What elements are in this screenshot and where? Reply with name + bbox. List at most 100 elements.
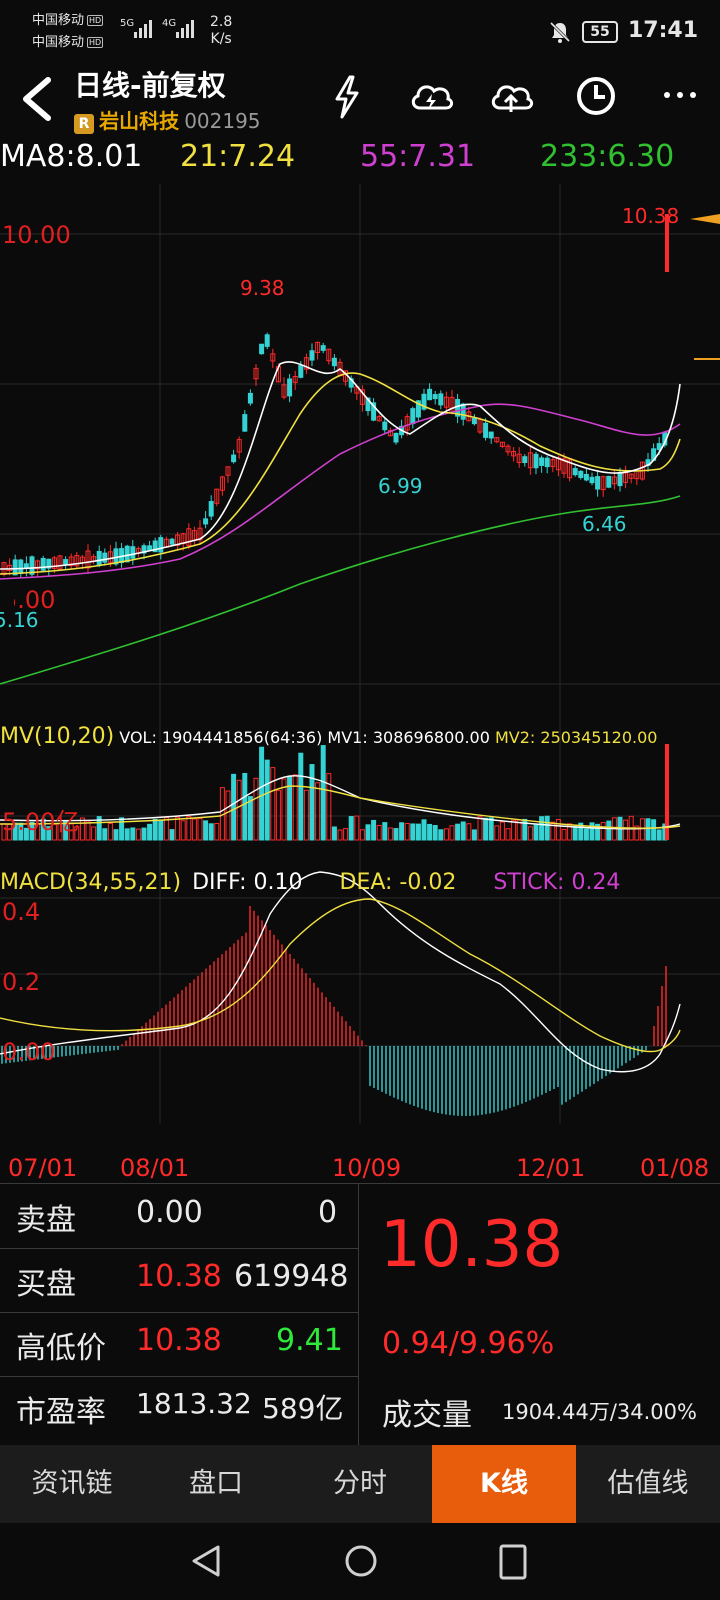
- volume-bar: [656, 829, 662, 841]
- volume-bar: [85, 820, 91, 841]
- nav-home-icon[interactable]: [343, 1543, 379, 1579]
- date-label-0: 07/01: [8, 1154, 78, 1182]
- sell-label: 卖盘: [16, 1203, 76, 1238]
- speed-value: 2.8: [210, 14, 233, 30]
- date-label-4: 01/08: [640, 1154, 710, 1182]
- volume-bar: [623, 819, 629, 841]
- volume-bar: [399, 822, 405, 841]
- volume-bar: [645, 818, 651, 841]
- stock-name: 岩山科技: [99, 109, 180, 133]
- volume-bar: [242, 772, 248, 841]
- volume-bar: [561, 828, 567, 841]
- macd-dea-line: [0, 898, 681, 1053]
- volume-bar: [186, 815, 192, 841]
- ma21-line: [0, 372, 681, 575]
- hd-badge-1: HD: [87, 15, 104, 26]
- macd-stick: STICK: 0.24: [493, 870, 621, 895]
- volume-bar: [415, 823, 421, 841]
- volume-bar: [393, 828, 399, 841]
- volume-bar: [410, 823, 416, 841]
- history-clock-icon[interactable]: [574, 74, 618, 118]
- volume-bar: [79, 817, 85, 841]
- volume-bar: [298, 752, 304, 841]
- signal-icon-1: [134, 20, 152, 38]
- volume-bar: [191, 818, 197, 841]
- carrier-1: 中国移动 HD: [32, 10, 104, 31]
- annotation-left-low: 5.16: [0, 608, 39, 632]
- market-cap: 589亿: [262, 1392, 344, 1425]
- volume-bar: [376, 824, 382, 841]
- volume-bar: [449, 825, 455, 841]
- cloud-upload-icon[interactable]: [488, 76, 534, 116]
- pe-value: 1813.32: [136, 1387, 252, 1420]
- carrier-1-text: 中国移动: [32, 13, 85, 28]
- volume-bar: [539, 816, 545, 841]
- date-label-1: 08/01: [120, 1154, 190, 1182]
- volume-bar: [511, 819, 517, 841]
- speed-unit: K/s: [210, 31, 232, 47]
- volume-bar: [231, 773, 237, 841]
- volume-bar: [651, 819, 657, 841]
- kline-chart[interactable]: [0, 184, 720, 1180]
- last-volume-bar: [665, 744, 669, 840]
- volume-bar: [348, 816, 354, 841]
- volume-bar: [499, 821, 505, 841]
- back-arrow-icon[interactable]: [18, 76, 54, 122]
- nav-recents-icon[interactable]: [498, 1543, 528, 1581]
- volume-bar: [438, 829, 444, 841]
- volume-bar: [359, 829, 365, 841]
- tab-order-book[interactable]: 盘口: [144, 1445, 288, 1523]
- sell-qty: 0: [318, 1195, 338, 1230]
- lightning-icon[interactable]: [330, 74, 364, 120]
- macd-histogram: [1, 906, 667, 1116]
- volume-bar: [606, 820, 612, 841]
- carrier-2-text: 中国移动: [32, 35, 85, 50]
- volume-bar: [180, 820, 186, 841]
- volume-bar: [270, 767, 276, 841]
- volume-bar: [135, 828, 141, 841]
- volume-bar: [483, 817, 489, 841]
- volume-bar: [169, 829, 175, 841]
- volume-bar: [354, 815, 360, 841]
- system-nav-bar: [0, 1523, 720, 1600]
- volume-bar: [163, 817, 169, 841]
- ma233-line: [0, 495, 681, 685]
- volume-bar: [303, 789, 309, 841]
- volume-bar: [488, 817, 494, 841]
- volume-bar: [247, 796, 253, 841]
- cloud-sync-icon[interactable]: [408, 76, 454, 116]
- ma233-label: 233:6.30: [540, 139, 675, 174]
- tab-kline[interactable]: K线: [432, 1445, 576, 1523]
- volume-bar: [572, 826, 578, 841]
- more-icon[interactable]: [662, 90, 698, 100]
- volume-bar: [589, 822, 595, 841]
- volume-bar: [343, 828, 349, 841]
- nav-back-icon[interactable]: [190, 1543, 222, 1579]
- volume-bar: [315, 782, 321, 841]
- volume-bar: [583, 828, 589, 841]
- ma55-line: [0, 403, 681, 580]
- volume-bar: [387, 827, 393, 841]
- sell-price: 0.00: [136, 1195, 203, 1230]
- annotation-last: 10.38: [622, 204, 680, 228]
- tab-intraday[interactable]: 分时: [288, 1445, 432, 1523]
- volume-bar: [152, 818, 158, 841]
- volume-bar: [477, 816, 483, 841]
- volume-bar: [175, 816, 181, 841]
- buy-qty: 619948: [234, 1259, 349, 1294]
- status-bar: 中国移动 HD 中国移动 HD 5G 4G 2.8 K/s 55 17:41: [0, 0, 720, 62]
- high-low-label: 高低价: [16, 1331, 106, 1366]
- macd-axis-mid: 0.2: [2, 968, 41, 996]
- volume-bar: [259, 746, 265, 841]
- volume-bar: [107, 822, 113, 841]
- tab-valuation-line[interactable]: 估值线: [576, 1445, 720, 1523]
- ma8-label: MA8:8.01: [0, 139, 143, 174]
- annotation-peak: 9.38: [240, 276, 285, 300]
- low-price: 9.41: [276, 1323, 343, 1358]
- volume-axis: 5.00亿: [2, 808, 80, 836]
- volume-label: 成交量: [382, 1398, 472, 1433]
- chart-grid: [0, 184, 720, 1124]
- tab-news-chain[interactable]: 资讯链: [0, 1445, 144, 1523]
- volume-bar: [147, 823, 153, 841]
- volume-header: MV(10,20) VOL: 1904441856(64:36) MV1: 30…: [0, 724, 657, 749]
